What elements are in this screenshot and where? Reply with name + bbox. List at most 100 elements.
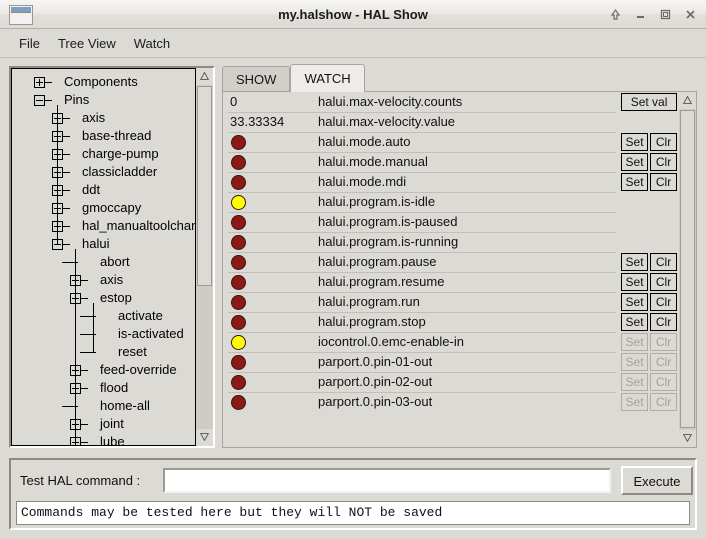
set-button[interactable]: Set [621,293,648,311]
set-button[interactable]: Set [621,313,648,331]
tree-scroll-thumb[interactable] [197,86,212,286]
execute-button[interactable]: Execute [621,466,693,495]
pin-name: halui.program.pause [318,252,437,272]
watch-scroll-up-icon[interactable] [679,92,696,109]
led-indicator-on [231,335,246,350]
hal-tree[interactable]: ComponentsPinsaxisbase-threadcharge-pump… [11,68,196,446]
pin-name: halui.program.is-running [318,232,458,252]
led-indicator-off [231,235,246,250]
watch-row: halui.mode.manualSetClr [223,152,679,172]
menu-item-file[interactable]: File [10,33,49,54]
pin-name: halui.mode.auto [318,132,411,152]
tree-item-activate[interactable]: activate [118,307,163,325]
pin-name: iocontrol.0.emc-enable-in [318,332,464,352]
tree-item-base-thread[interactable]: base-thread [82,127,151,145]
watch-scrollbar[interactable] [679,92,696,447]
tree-connector [81,280,88,281]
tree-item-pins[interactable]: Pins [64,91,89,109]
watch-scroll-down-icon[interactable] [679,430,696,447]
tree-connector [81,424,88,425]
tree-item-charge-pump[interactable]: charge-pump [82,145,159,163]
tab-watch[interactable]: WATCH [290,64,364,92]
command-label: Test HAL command : [20,473,140,488]
tree-connector [63,118,70,119]
tree-item-axis[interactable]: axis [100,271,123,289]
row-separator [228,292,616,293]
clr-button[interactable]: Clr [650,293,677,311]
row-buttons: SetClr [621,253,677,271]
tree-connector [81,442,88,443]
set-button[interactable]: Set [621,273,648,291]
tree-item-classicladder[interactable]: classicladder [82,163,157,181]
led-indicator-off [231,175,246,190]
clr-button: Clr [650,333,677,351]
menu-item-watch[interactable]: Watch [125,33,179,54]
row-separator [228,172,616,173]
watch-scroll-thumb[interactable] [680,110,695,428]
tree-item-axis[interactable]: axis [82,109,105,127]
tree-item-flood[interactable]: flood [100,379,128,397]
tree-connector [45,82,52,83]
tree-item-gmoccapy[interactable]: gmoccapy [82,199,141,217]
clr-button[interactable]: Clr [650,153,677,171]
minimize-button[interactable] [629,4,652,26]
led-indicator-off [231,315,246,330]
led-indicator-off [231,155,246,170]
clr-button[interactable]: Clr [650,273,677,291]
tree-scroll-up-icon[interactable] [196,68,213,85]
row-buttons: SetClr [621,133,677,151]
tree-connector [63,226,70,227]
tree-item-ddt[interactable]: ddt [82,181,100,199]
clr-button: Clr [650,373,677,391]
pin-name: halui.max-velocity.counts [318,92,462,112]
tree-item-is-activated[interactable]: is-activated [118,325,184,343]
command-input[interactable] [163,468,611,493]
tree-scroll-down-icon[interactable] [196,429,213,446]
menu-item-tree-view[interactable]: Tree View [49,33,125,54]
pin-value: 33.33334 [230,112,315,132]
maximize-button[interactable] [654,4,677,26]
tree-item-lube[interactable]: lube [100,433,125,446]
clr-button[interactable]: Clr [650,253,677,271]
tree-connector [63,172,70,173]
tree-toggle-components[interactable] [34,77,45,88]
tab-show[interactable]: SHOW [222,66,290,92]
clr-button[interactable]: Clr [650,173,677,191]
led-indicator-off [231,395,246,410]
tree-connector [63,154,70,155]
tree-item-components[interactable]: Components [64,73,138,91]
set-button[interactable]: Set [621,253,648,271]
clr-button: Clr [650,353,677,371]
pin-name: halui.program.run [318,292,420,312]
window-controls [604,2,702,27]
tree-scrollbar[interactable] [196,68,213,446]
set-button[interactable]: Set [621,133,648,151]
tree-item-abort[interactable]: abort [100,253,130,271]
shade-button[interactable] [604,4,627,26]
tree-item-hal-manualtoolchan[interactable]: hal_manualtoolchan [82,217,196,235]
clr-button[interactable]: Clr [650,313,677,331]
window-title: my.halshow - HAL Show [0,0,706,29]
tree-connector [80,352,96,353]
led-indicator-off [231,135,246,150]
pin-name: parport.0.pin-03-out [318,392,432,412]
set-button: Set [621,353,648,371]
tree-item-home-all[interactable]: home-all [100,397,150,415]
watch-row: halui.mode.mdiSetClr [223,172,679,192]
set-val-button[interactable]: Set val [621,93,677,111]
tree-toggle-pins[interactable] [34,95,45,106]
clr-button[interactable]: Clr [650,133,677,151]
row-buttons: SetClr [621,373,677,391]
tree-item-halui[interactable]: halui [82,235,109,253]
watch-row: halui.program.is-running [223,232,679,252]
tree-connector [63,190,70,191]
tree-item-feed-override[interactable]: feed-override [100,361,177,379]
tree-item-joint[interactable]: joint [100,415,124,433]
tree-item-estop[interactable]: estop [100,289,132,307]
menu-bar: File Tree View Watch [0,29,706,58]
watch-rows: 0halui.max-velocity.countsSet val33.3333… [223,92,679,447]
set-button[interactable]: Set [621,153,648,171]
tree-item-reset[interactable]: reset [118,343,147,361]
close-button[interactable] [679,4,702,26]
set-button[interactable]: Set [621,173,648,191]
